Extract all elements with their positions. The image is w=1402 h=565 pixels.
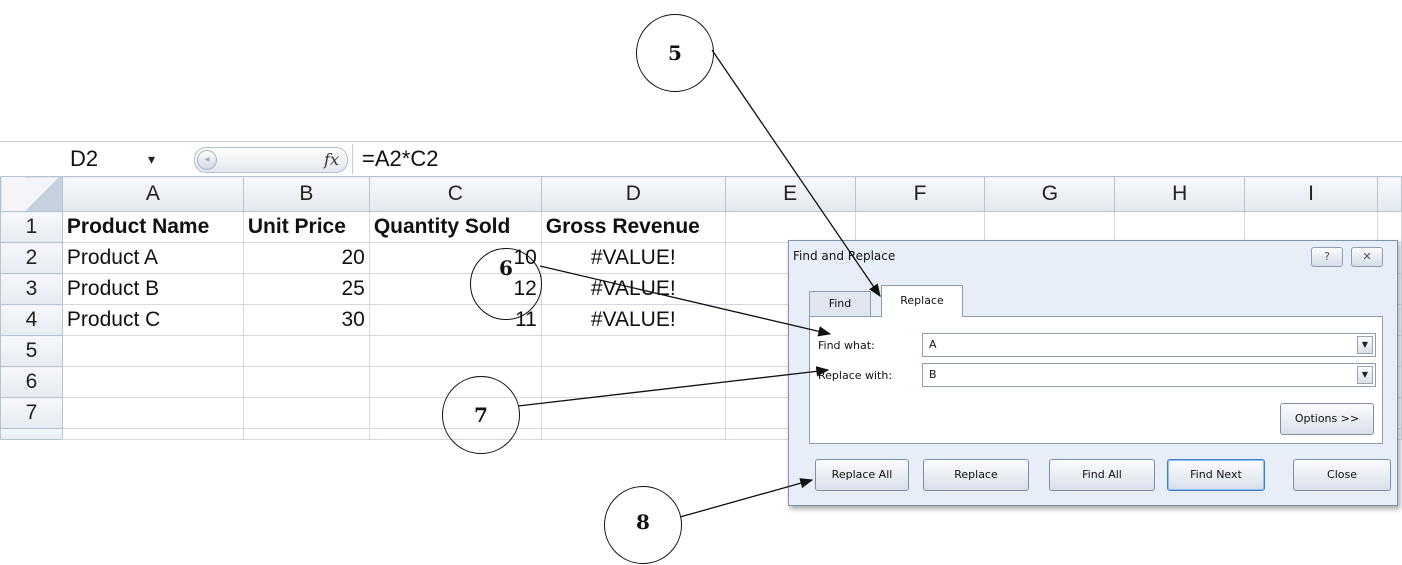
row-header[interactable] (0, 428, 63, 440)
column-header-j[interactable] (1376, 176, 1402, 212)
cell[interactable] (1114, 211, 1246, 243)
column-header-d[interactable]: D (540, 176, 726, 212)
cell-a4[interactable]: Product C (61, 304, 244, 336)
cell[interactable] (242, 366, 370, 398)
cell[interactable] (61, 335, 244, 367)
callout-7: 7 (442, 376, 520, 454)
row-header[interactable]: 7 (0, 397, 63, 429)
insert-function-icon[interactable]: fx (324, 148, 339, 172)
column-header-row: A B C D E F G H I (0, 176, 1402, 212)
cell-b1[interactable]: Unit Price (242, 211, 370, 243)
replace-all-button[interactable]: Replace All (815, 459, 909, 491)
cell[interactable] (1376, 211, 1402, 243)
chevron-down-icon[interactable]: ▼ (1357, 366, 1373, 384)
column-header-b[interactable]: B (242, 176, 370, 212)
cell-a1[interactable]: Product Name (61, 211, 244, 243)
chevron-down-icon[interactable]: ▼ (1357, 336, 1373, 354)
cell[interactable] (242, 428, 370, 440)
find-next-button[interactable]: Find Next (1167, 459, 1265, 491)
cell-d1[interactable]: Gross Revenue (540, 211, 726, 243)
cell[interactable] (61, 428, 244, 440)
options-button[interactable]: Options >> (1280, 403, 1374, 435)
replace-button[interactable]: Replace (923, 459, 1029, 491)
replace-with-input[interactable]: B ▼ (922, 363, 1376, 387)
row-header[interactable]: 4 (0, 304, 63, 336)
formula-bar-buttons: ◂ fx (194, 147, 348, 173)
cell-a2[interactable]: Product A (61, 242, 244, 274)
cell[interactable] (854, 211, 986, 243)
callout-6: 6 (470, 248, 542, 320)
cell-a3[interactable]: Product B (61, 273, 244, 305)
cell-d3[interactable]: #VALUE! (540, 273, 726, 305)
cell-c1[interactable]: Quantity Sold (368, 211, 542, 243)
cell[interactable] (61, 366, 244, 398)
close-button[interactable]: Close (1293, 459, 1391, 491)
column-header-e[interactable]: E (724, 176, 856, 212)
find-all-button[interactable]: Find All (1049, 459, 1155, 491)
cell[interactable] (242, 335, 370, 367)
find-replace-dialog: Find and Replace ? ✕ Find Replace Find w… (788, 240, 1398, 506)
cell-d2[interactable]: #VALUE! (540, 242, 726, 274)
close-icon[interactable]: ✕ (1351, 247, 1383, 267)
replace-with-label: Replace with: (818, 369, 893, 382)
expand-icon[interactable]: ◂ (197, 150, 217, 170)
cell[interactable] (1244, 211, 1378, 243)
name-box[interactable]: D2 (70, 142, 98, 176)
cell[interactable] (242, 397, 370, 429)
column-header-i[interactable]: I (1244, 176, 1378, 212)
formula-bar-divider (352, 144, 353, 174)
dialog-title: Find and Replace (793, 249, 896, 263)
cell[interactable] (984, 211, 1116, 243)
find-what-label: Find what: (818, 339, 875, 352)
row-header[interactable]: 1 (0, 211, 63, 243)
column-header-f[interactable]: F (854, 176, 986, 212)
row-header[interactable]: 6 (0, 366, 63, 398)
cell[interactable] (540, 366, 726, 398)
row-header[interactable]: 3 (0, 273, 63, 305)
column-header-g[interactable]: G (984, 176, 1116, 212)
cell[interactable] (540, 397, 726, 429)
cell[interactable] (61, 397, 244, 429)
help-icon[interactable]: ? (1311, 247, 1343, 267)
row-header[interactable]: 2 (0, 242, 63, 274)
table-row: 1 Product Name Unit Price Quantity Sold … (0, 211, 1402, 243)
cell[interactable] (724, 211, 856, 243)
replace-panel: Find what: A ▼ Replace with: B ▼ Options… (809, 316, 1383, 444)
cell[interactable] (540, 428, 726, 440)
column-header-h[interactable]: H (1114, 176, 1246, 212)
callout-8: 8 (604, 486, 682, 564)
cell-b3[interactable]: 25 (242, 273, 370, 305)
column-header-a[interactable]: A (61, 176, 244, 212)
formula-bar: D2 ▾ ◂ fx =A2*C2 (0, 141, 1402, 177)
cell[interactable] (540, 335, 726, 367)
select-all-corner[interactable] (0, 176, 63, 212)
name-box-dropdown-icon[interactable]: ▾ (148, 142, 155, 176)
tab-replace[interactable]: Replace (881, 285, 963, 317)
cell-d4[interactable]: #VALUE! (540, 304, 726, 336)
replace-with-value: B (929, 368, 937, 381)
formula-input[interactable]: =A2*C2 (362, 142, 438, 176)
cell[interactable] (368, 335, 542, 367)
column-header-c[interactable]: C (368, 176, 542, 212)
find-what-input[interactable]: A ▼ (922, 333, 1376, 357)
tab-find[interactable]: Find (809, 291, 871, 316)
callout-5: 5 (636, 14, 714, 92)
row-header[interactable]: 5 (0, 335, 63, 367)
cell-b2[interactable]: 20 (242, 242, 370, 274)
cell-b4[interactable]: 30 (242, 304, 370, 336)
find-what-value: A (929, 338, 937, 351)
